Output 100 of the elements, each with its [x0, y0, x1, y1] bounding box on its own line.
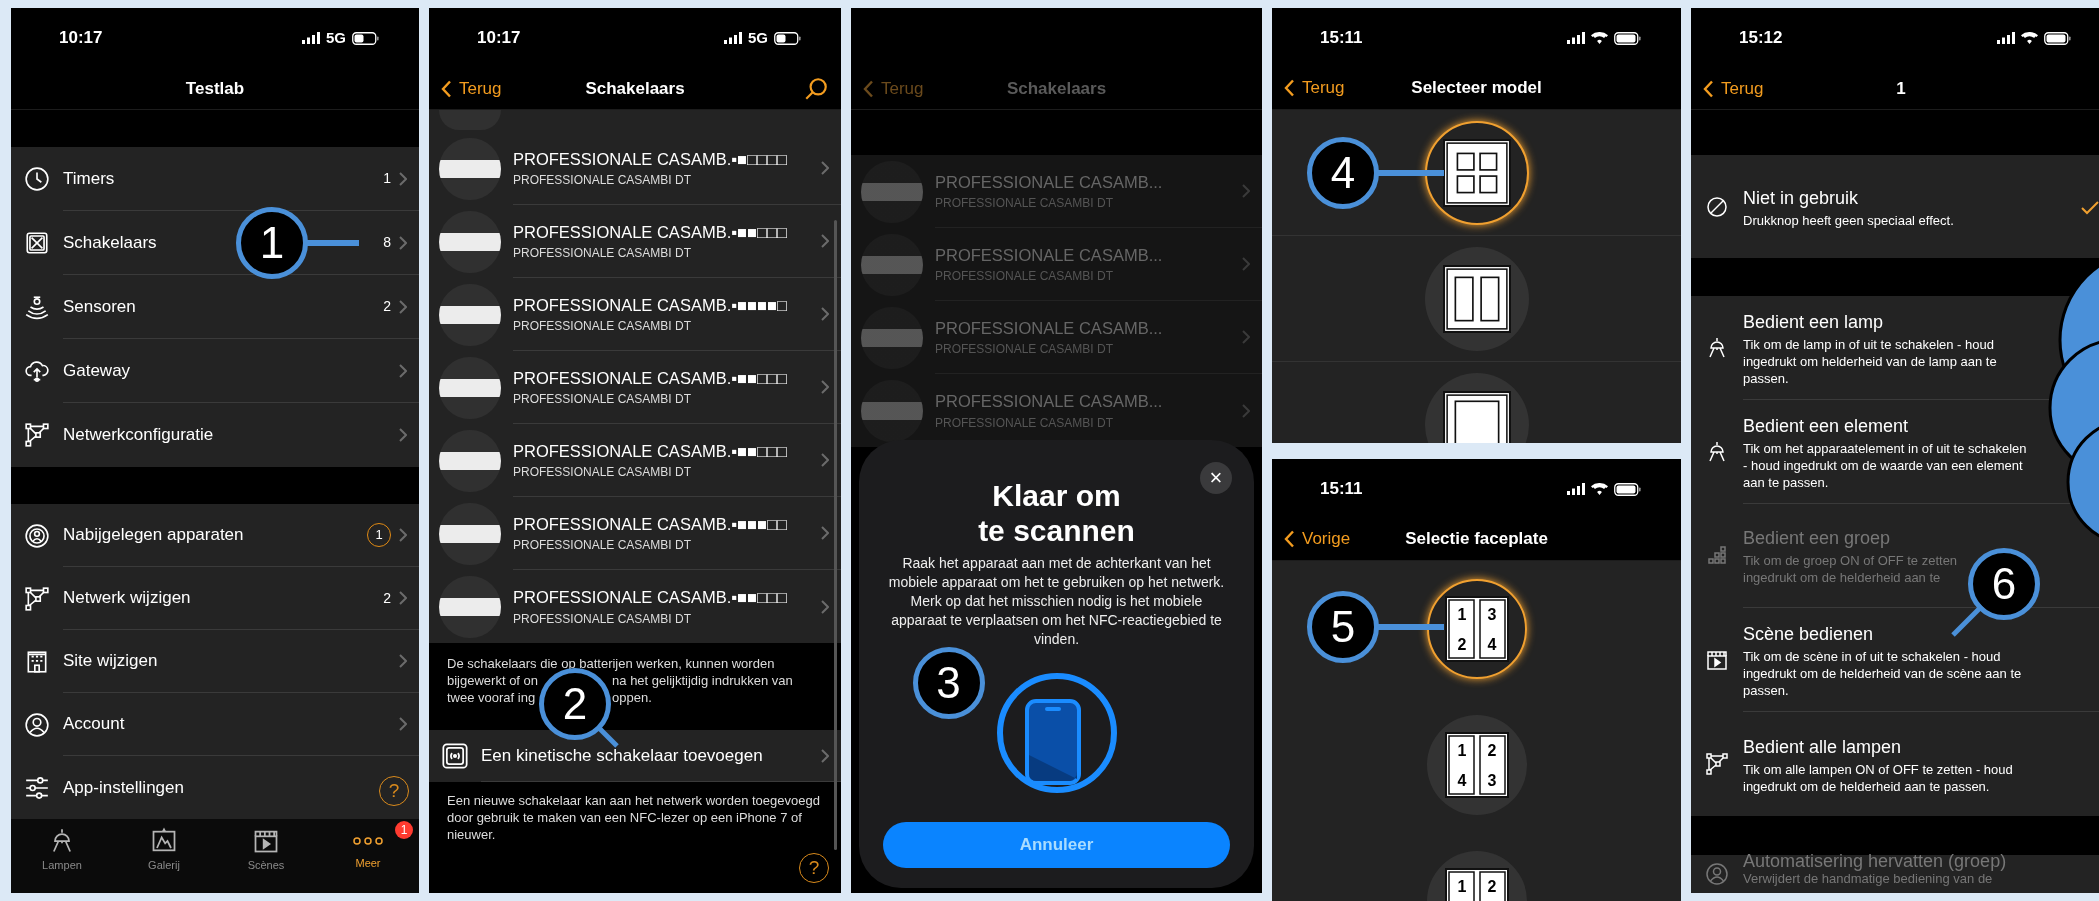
- status-time: 10:17: [59, 27, 103, 50]
- switch-name: PROFESSIONALE CASAMB...: [935, 244, 1164, 266]
- faceplate-option[interactable]: 1 2: [1426, 851, 1527, 901]
- switch-item[interactable]: PROFESSIONALE CASAMB.▪■□□□□ PROFESSIONALE CASAMBI DT: [513, 132, 841, 205]
- button-number: 2: [1487, 742, 1496, 759]
- callout-number: 1: [236, 207, 308, 279]
- signal-icon: [1997, 32, 2015, 44]
- sheet-title: Klaar om te scannen: [977, 478, 1136, 548]
- option-title: Automatisering hervatten (groep): [1743, 851, 2008, 871]
- switch-type: PROFESSIONALE CASAMBI DT: [935, 341, 1115, 359]
- chevron-icon: [399, 428, 407, 442]
- screen-title: Schakelaars: [585, 77, 685, 100]
- option-item[interactable]: Scène bedienen Tik om de scène in of uit te schakelen - houd ingedrukt om de helderheid van de scène aan te passen.: [1743, 608, 2099, 712]
- checkmark-icon: [2081, 200, 2099, 215]
- back-button[interactable]: Terug: [439, 73, 504, 104]
- tab[interactable]: Galerij: [113, 825, 215, 876]
- chevron-icon: [821, 599, 829, 614]
- button-number: 2: [1487, 878, 1496, 895]
- option-title: Bedient een element: [1743, 414, 1910, 437]
- battery-icon: [774, 31, 801, 45]
- status-time: 15:12: [1739, 27, 1783, 50]
- back-button[interactable]: Terug: [1282, 76, 1347, 101]
- switch-type: PROFESSIONALE CASAMBI DT: [513, 464, 693, 482]
- account-icon: [1705, 862, 1729, 886]
- crossed-square-icon: [24, 230, 50, 256]
- cloud-upload-icon: [24, 358, 50, 384]
- search-icon[interactable]: [803, 75, 829, 102]
- device-photo: [439, 110, 501, 130]
- screen-title: Testlab: [185, 77, 245, 100]
- switch-type: PROFESSIONALE CASAMBI DT: [935, 414, 1115, 432]
- menu-item[interactable]: Site wijzigen: [63, 630, 419, 693]
- menu-item[interactable]: App-instellingen: [63, 756, 371, 819]
- switch-type: PROFESSIONALE CASAMBI DT: [935, 268, 1115, 286]
- chevron-icon: [1242, 184, 1250, 198]
- switch-type: PROFESSIONALE CASAMBI DT: [513, 537, 693, 555]
- menu-item-label: Site wijzigen: [63, 650, 158, 673]
- screen-title: Schakelaars: [1006, 77, 1107, 100]
- faceplate-option[interactable]: 1 3 2 4: [1426, 579, 1527, 679]
- switch-name: PROFESSIONALE CASAMB.▪■■□□□: [513, 367, 788, 389]
- switch-type: PROFESSIONALE CASAMBI DT: [513, 245, 693, 263]
- menu-item[interactable]: Netwerkconfiguratie: [63, 403, 419, 467]
- faceplate-drawing: [1442, 264, 1511, 333]
- status-time: 15:11: [1320, 478, 1363, 500]
- option-item[interactable]: Bedient alle lampen Tik om alle lampen ON of OFF te zetten - houd ingedrukt om de helderheid aan te passen.: [1743, 712, 2099, 816]
- menu-item[interactable]: Gateway: [63, 339, 419, 403]
- menu-item[interactable]: Netwerk wijzigen 2: [63, 567, 419, 630]
- network-nodes-icon: [1705, 752, 1729, 776]
- chevron-icon: [1242, 330, 1250, 344]
- tab[interactable]: Scènes: [215, 825, 317, 876]
- switch-name: PROFESSIONALE CASAMB...: [935, 317, 1164, 339]
- info-text: bijgewerkt of on: [447, 672, 539, 689]
- chevron-icon: [399, 591, 407, 605]
- info-text: na het gelijktijdig indrukken van: [612, 672, 793, 689]
- callout-number: 4: [1307, 137, 1379, 209]
- item-count: 2: [383, 588, 391, 608]
- switch-name: PROFESSIONALE CASAMB.▪■■□□□: [513, 221, 788, 243]
- button-number: 1: [1457, 878, 1466, 895]
- button-number: 1: [1457, 606, 1466, 623]
- status-time: 15:11: [1320, 27, 1363, 49]
- faceplate-drawing: [1444, 868, 1509, 901]
- faceplate-drawing: [1444, 596, 1509, 662]
- switch-name: PROFESSIONALE CASAMB.▪■■■■□: [513, 294, 788, 316]
- notification-badge: 1: [395, 821, 413, 839]
- prohibited-icon: [1705, 194, 1729, 219]
- faceplate-option[interactable]: [1424, 120, 1529, 225]
- info-text: oppen.: [612, 689, 652, 706]
- info-text: twee vooraf ing: [447, 689, 536, 706]
- button-number: 3: [1487, 772, 1496, 789]
- switch-name: PROFESSIONALE CASAMB.▪■□□□□: [513, 148, 788, 170]
- option-description: Drukknop heeft geen speciaal effect.: [1743, 211, 1955, 229]
- tab[interactable]: Lampen: [11, 825, 113, 876]
- back-chevron-icon: [1284, 530, 1295, 549]
- battery-icon: [2044, 31, 2071, 45]
- info-text: Een nieuwe schakelaar kan aan het netwerk worden toegevoegd door gebruik te maken van een NFC-lezer op een iPhone 7 of nieuwer.: [446, 792, 821, 843]
- menu-item-label: Sensoren: [63, 295, 136, 318]
- back-button[interactable]: Terug: [1701, 73, 1766, 104]
- back-chevron-icon: [1284, 79, 1295, 98]
- menu-item[interactable]: Sensoren 2: [63, 275, 419, 339]
- menu-item-label: Timers: [63, 167, 115, 190]
- button-number: 3: [1487, 606, 1496, 623]
- menu-item-label: Netwerk wijzigen: [63, 587, 191, 610]
- option-title: Scène bedienen: [1743, 622, 1875, 645]
- close-button[interactable]: ×: [1200, 462, 1232, 494]
- switch-name: PROFESSIONALE CASAMB.▪■■■□□: [513, 513, 788, 535]
- faceplate-option[interactable]: 1 2 4 3: [1426, 715, 1527, 815]
- network-label: 5G: [748, 27, 768, 48]
- settings-icon: [24, 774, 50, 801]
- menu-item[interactable]: Account: [63, 693, 419, 756]
- clapperboard-icon: [1705, 648, 1729, 672]
- chevron-icon: [399, 654, 407, 668]
- item-count: 1: [383, 169, 391, 188]
- status-time: 10:17: [477, 27, 521, 50]
- back-button[interactable]: Vorige: [1282, 527, 1353, 552]
- menu-item[interactable]: Nabijgelegen apparaten 1: [63, 504, 419, 567]
- switch-name: PROFESSIONALE CASAMB.▪■■□□□: [513, 587, 788, 609]
- switch-item[interactable]: PROFESSIONALE CASAMB.▪■■□□□ PROFESSIONALE CASAMBI DT: [513, 570, 841, 643]
- option-description: Tik om alle lampen ON of OFF te zetten - houd ingedrukt om de helderheid aan te passen.: [1743, 760, 2014, 795]
- switch-type: PROFESSIONALE CASAMBI DT: [513, 318, 693, 336]
- callout-number: 6: [1968, 548, 2040, 620]
- chevron-icon: [821, 307, 829, 321]
